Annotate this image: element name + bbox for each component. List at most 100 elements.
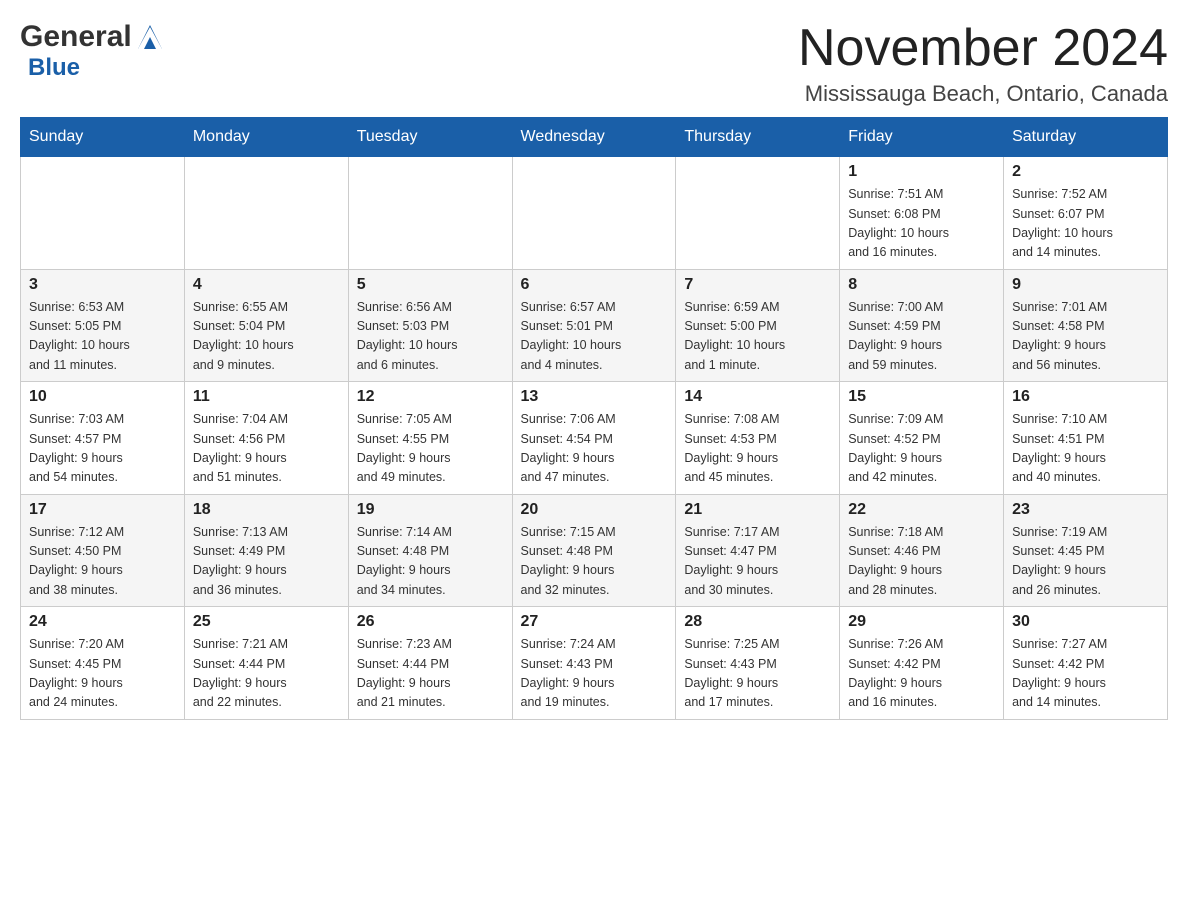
calendar-cell: 11 Sunrise: 7:04 AMSunset: 4:56 PMDayligh…: [184, 382, 348, 495]
calendar-cell: 23 Sunrise: 7:19 AMSunset: 4:45 PMDayligh…: [1004, 494, 1168, 607]
day-info: Sunrise: 6:59 AMSunset: 5:00 PMDaylight:…: [684, 298, 831, 376]
day-number: 20: [521, 501, 668, 519]
week-row-2: 3Sunrise: 6:53 AMSunset: 5:05 PMDaylight…: [21, 269, 1168, 382]
day-info: Sunrise: 7:03 AMSunset: 4:57 PMDaylight:…: [29, 410, 176, 488]
calendar-cell: 30 Sunrise: 7:27 AMSunset: 4:42 PMDayligh…: [1004, 607, 1168, 720]
calendar-header-row: SundayMondayTuesdayWednesdayThursdayFrid…: [21, 118, 1168, 157]
calendar-cell: 28Sunrise: 7:25 AMSunset: 4:43 PMDayligh…: [676, 607, 840, 720]
calendar-cell: [184, 157, 348, 270]
calendar-cell: 24 Sunrise: 7:20 AMSunset: 4:45 PMDayligh…: [21, 607, 185, 720]
location-subtitle: Mississauga Beach, Ontario, Canada: [798, 81, 1168, 107]
day-number: 7: [684, 276, 831, 294]
week-row-1: 1 Sunrise: 7:51 AMSunset: 6:08 PMDaylight…: [21, 157, 1168, 270]
calendar-cell: 27 Sunrise: 7:24 AMSunset: 4:43 PMDayligh…: [512, 607, 676, 720]
day-number: 16: [1012, 388, 1159, 406]
calendar-cell: 1 Sunrise: 7:51 AMSunset: 6:08 PMDaylight…: [840, 157, 1004, 270]
logo-triangle-icon: [134, 21, 166, 53]
day-info: Sunrise: 7:08 AMSunset: 4:53 PMDaylight:…: [684, 410, 831, 488]
calendar-header-sunday: Sunday: [21, 118, 185, 157]
calendar-cell: 6 Sunrise: 6:57 AMSunset: 5:01 PMDaylight…: [512, 269, 676, 382]
calendar-cell: 25 Sunrise: 7:21 AMSunset: 4:44 PMDayligh…: [184, 607, 348, 720]
day-info: Sunrise: 7:00 AMSunset: 4:59 PMDaylight:…: [848, 298, 995, 376]
day-number: 30: [1012, 613, 1159, 631]
calendar-cell: 19 Sunrise: 7:14 AMSunset: 4:48 PMDayligh…: [348, 494, 512, 607]
day-info: Sunrise: 7:01 AMSunset: 4:58 PMDaylight:…: [1012, 298, 1159, 376]
day-number: 26: [357, 613, 504, 631]
day-number: 4: [193, 276, 340, 294]
calendar-cell: 22Sunrise: 7:18 AMSunset: 4:46 PMDayligh…: [840, 494, 1004, 607]
day-number: 25: [193, 613, 340, 631]
calendar-header-friday: Friday: [840, 118, 1004, 157]
day-info: Sunrise: 7:24 AMSunset: 4:43 PMDaylight:…: [521, 635, 668, 713]
day-number: 18: [193, 501, 340, 519]
day-number: 15: [848, 388, 995, 406]
calendar-header-wednesday: Wednesday: [512, 118, 676, 157]
day-info: Sunrise: 7:06 AMSunset: 4:54 PMDaylight:…: [521, 410, 668, 488]
day-number: 29: [848, 613, 995, 631]
day-number: 10: [29, 388, 176, 406]
day-number: 17: [29, 501, 176, 519]
day-number: 5: [357, 276, 504, 294]
calendar-cell: [21, 157, 185, 270]
title-section: November 2024 Mississauga Beach, Ontario…: [798, 20, 1168, 107]
day-number: 22: [848, 501, 995, 519]
day-number: 11: [193, 388, 340, 406]
day-info: Sunrise: 7:09 AMSunset: 4:52 PMDaylight:…: [848, 410, 995, 488]
day-info: Sunrise: 7:19 AMSunset: 4:45 PMDaylight:…: [1012, 523, 1159, 601]
calendar-header-thursday: Thursday: [676, 118, 840, 157]
calendar-cell: 3Sunrise: 6:53 AMSunset: 5:05 PMDaylight…: [21, 269, 185, 382]
day-info: Sunrise: 7:17 AMSunset: 4:47 PMDaylight:…: [684, 523, 831, 601]
logo: General Blue: [20, 20, 166, 82]
day-number: 19: [357, 501, 504, 519]
calendar-header-saturday: Saturday: [1004, 118, 1168, 157]
calendar-cell: 2Sunrise: 7:52 AMSunset: 6:07 PMDaylight…: [1004, 157, 1168, 270]
calendar-cell: 16 Sunrise: 7:10 AMSunset: 4:51 PMDayligh…: [1004, 382, 1168, 495]
day-number: 8: [848, 276, 995, 294]
logo-general-text: General: [20, 20, 132, 54]
calendar-cell: 5 Sunrise: 6:56 AMSunset: 5:03 PMDaylight…: [348, 269, 512, 382]
day-number: 24: [29, 613, 176, 631]
week-row-4: 17Sunrise: 7:12 AMSunset: 4:50 PMDayligh…: [21, 494, 1168, 607]
calendar-cell: 8 Sunrise: 7:00 AMSunset: 4:59 PMDaylight…: [840, 269, 1004, 382]
day-number: 27: [521, 613, 668, 631]
calendar-header-tuesday: Tuesday: [348, 118, 512, 157]
page-header: General Blue November 2024 Mississauga B…: [20, 20, 1168, 107]
day-info: Sunrise: 7:04 AMSunset: 4:56 PMDaylight:…: [193, 410, 340, 488]
day-info: Sunrise: 7:20 AMSunset: 4:45 PMDaylight:…: [29, 635, 176, 713]
day-number: 13: [521, 388, 668, 406]
calendar-cell: 10 Sunrise: 7:03 AMSunset: 4:57 PMDayligh…: [21, 382, 185, 495]
day-number: 3: [29, 276, 176, 294]
day-number: 21: [684, 501, 831, 519]
day-number: 2: [1012, 163, 1159, 181]
week-row-3: 10 Sunrise: 7:03 AMSunset: 4:57 PMDayligh…: [21, 382, 1168, 495]
calendar-cell: 26 Sunrise: 7:23 AMSunset: 4:44 PMDayligh…: [348, 607, 512, 720]
day-info: Sunrise: 7:15 AMSunset: 4:48 PMDaylight:…: [521, 523, 668, 601]
calendar-cell: 18Sunrise: 7:13 AMSunset: 4:49 PMDayligh…: [184, 494, 348, 607]
calendar-cell: 20 Sunrise: 7:15 AMSunset: 4:48 PMDayligh…: [512, 494, 676, 607]
calendar-cell: 7 Sunrise: 6:59 AMSunset: 5:00 PMDaylight…: [676, 269, 840, 382]
calendar-cell: [676, 157, 840, 270]
day-info: Sunrise: 7:23 AMSunset: 4:44 PMDaylight:…: [357, 635, 504, 713]
day-info: Sunrise: 6:56 AMSunset: 5:03 PMDaylight:…: [357, 298, 504, 376]
day-number: 23: [1012, 501, 1159, 519]
day-number: 28: [684, 613, 831, 631]
calendar-cell: 29Sunrise: 7:26 AMSunset: 4:42 PMDayligh…: [840, 607, 1004, 720]
week-row-5: 24 Sunrise: 7:20 AMSunset: 4:45 PMDayligh…: [21, 607, 1168, 720]
day-number: 14: [684, 388, 831, 406]
day-number: 12: [357, 388, 504, 406]
calendar-cell: 9 Sunrise: 7:01 AMSunset: 4:58 PMDaylight…: [1004, 269, 1168, 382]
day-number: 9: [1012, 276, 1159, 294]
day-info: Sunrise: 6:57 AMSunset: 5:01 PMDaylight:…: [521, 298, 668, 376]
day-info: Sunrise: 7:27 AMSunset: 4:42 PMDaylight:…: [1012, 635, 1159, 713]
day-number: 6: [521, 276, 668, 294]
day-number: 1: [848, 163, 995, 181]
calendar-cell: 13 Sunrise: 7:06 AMSunset: 4:54 PMDayligh…: [512, 382, 676, 495]
day-info: Sunrise: 7:21 AMSunset: 4:44 PMDaylight:…: [193, 635, 340, 713]
day-info: Sunrise: 7:05 AMSunset: 4:55 PMDaylight:…: [357, 410, 504, 488]
day-info: Sunrise: 7:51 AMSunset: 6:08 PMDaylight:…: [848, 185, 995, 263]
calendar-cell: [348, 157, 512, 270]
day-info: Sunrise: 7:14 AMSunset: 4:48 PMDaylight:…: [357, 523, 504, 601]
calendar-cell: 15 Sunrise: 7:09 AMSunset: 4:52 PMDayligh…: [840, 382, 1004, 495]
calendar-table: SundayMondayTuesdayWednesdayThursdayFrid…: [20, 117, 1168, 720]
day-info: Sunrise: 7:10 AMSunset: 4:51 PMDaylight:…: [1012, 410, 1159, 488]
